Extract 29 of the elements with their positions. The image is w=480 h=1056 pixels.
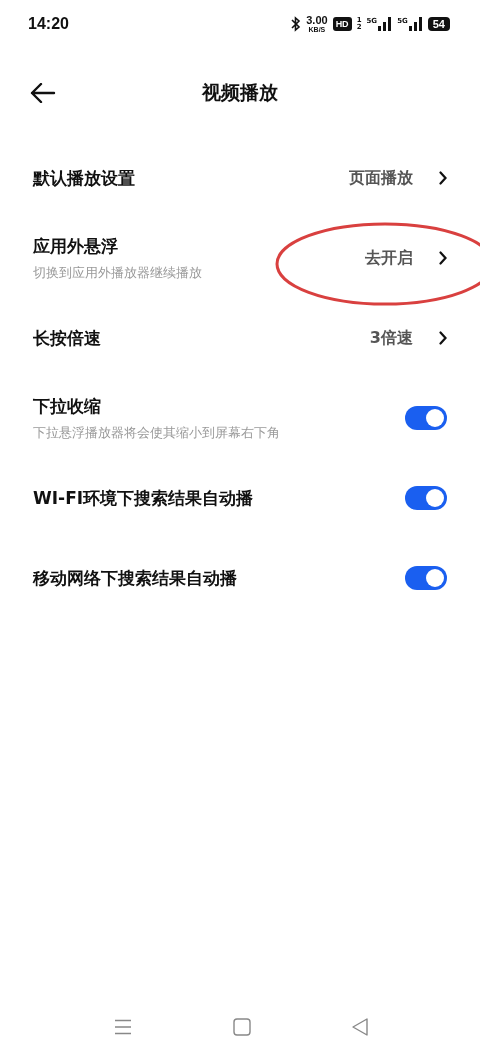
back-triangle-icon[interactable]	[352, 1018, 368, 1036]
setting-description: 切换到应用外播放器继续播放	[33, 263, 203, 282]
setting-value: 去开启	[365, 247, 413, 269]
toggle-switch[interactable]	[405, 566, 447, 590]
back-arrow-icon[interactable]	[30, 83, 56, 103]
setting-title: 应用外悬浮	[33, 234, 119, 258]
hd-badge: HD	[332, 17, 352, 31]
setting-title: 长按倍速	[33, 326, 102, 350]
setting-title: 移动网络下搜索结果自动播	[33, 566, 238, 590]
setting-title: WI-FI环境下搜索结果自动播	[33, 486, 255, 510]
home-square-icon[interactable]	[233, 1018, 251, 1036]
setting-description: 下拉悬浮播放器将会使其缩小到屏幕右下角	[33, 423, 281, 442]
chevron-right-icon	[439, 331, 447, 345]
toggle-switch[interactable]	[405, 486, 447, 510]
toggle-switch[interactable]	[405, 406, 447, 430]
chevron-right-icon	[439, 171, 447, 185]
setting-value: 页面播放	[349, 167, 413, 189]
signal-icon	[408, 17, 423, 31]
setting-title: 默认播放设置	[33, 166, 136, 190]
status-time: 14:20	[28, 15, 69, 33]
bluetooth-icon	[291, 16, 302, 32]
signal-icon	[378, 17, 393, 31]
battery-indicator: 54	[427, 17, 450, 31]
chevron-right-icon	[439, 251, 447, 265]
menu-icon[interactable]	[114, 1019, 132, 1035]
setting-value: 3倍速	[369, 327, 413, 349]
setting-title: 下拉收缩	[33, 394, 102, 418]
network-speed: 3.00	[306, 15, 328, 26]
page-title: 视频播放	[202, 80, 278, 105]
